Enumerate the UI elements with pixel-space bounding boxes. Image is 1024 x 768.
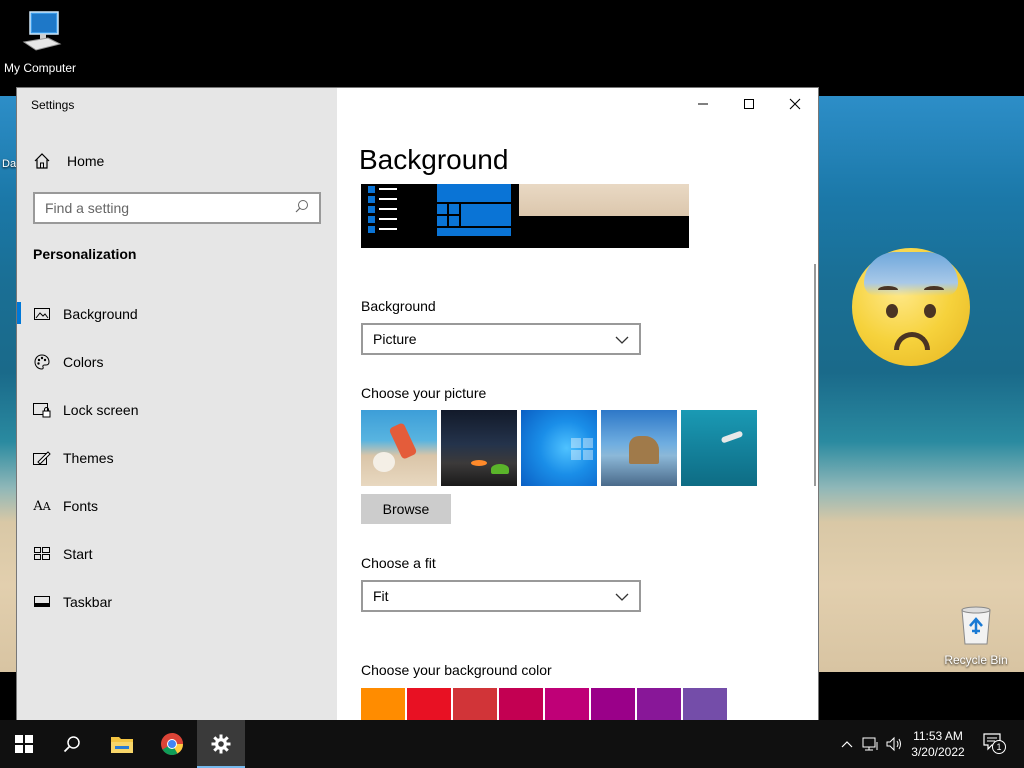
content-scrollbar[interactable]	[814, 264, 816, 486]
picture-thumbnail-rock-coast[interactable]	[601, 410, 677, 486]
start-button[interactable]	[0, 720, 48, 768]
fit-value: Fit	[373, 588, 389, 604]
sidebar-item-label: Lock screen	[63, 402, 139, 418]
sidebar-item-label: Start	[63, 546, 93, 562]
background-label: Background	[361, 298, 436, 314]
chevron-down-icon	[615, 331, 629, 347]
sidebar-item-start[interactable]: Start	[17, 530, 337, 578]
personalization-nav: Background Colors Lock screen Themes A A…	[17, 290, 337, 626]
search-input[interactable]: Find a setting	[45, 200, 295, 216]
picture-thumbnails	[361, 410, 761, 486]
taskbar-clock[interactable]: 11:53 AM 3/20/2022	[898, 728, 978, 760]
recycle-bin-icon	[940, 604, 1012, 649]
picture-icon	[33, 305, 51, 323]
maximize-icon	[744, 99, 754, 109]
color-swatch[interactable]	[545, 688, 589, 720]
fonts-icon: AA	[33, 498, 51, 514]
chevron-up-icon[interactable]	[836, 734, 858, 754]
sidebar-item-label: Taskbar	[63, 594, 113, 610]
start-icon	[33, 545, 51, 563]
color-swatch[interactable]	[407, 688, 451, 720]
sidebar-item-themes[interactable]: Themes	[17, 434, 337, 482]
search-button[interactable]	[48, 720, 96, 768]
sidebar-item-lock-screen[interactable]: Lock screen	[17, 386, 337, 434]
picture-thumbnail-underwater-swimmer[interactable]	[681, 410, 757, 486]
background-type-value: Picture	[373, 331, 417, 347]
close-button[interactable]	[772, 88, 818, 120]
background-type-dropdown[interactable]: Picture	[361, 323, 641, 355]
color-swatch[interactable]	[361, 688, 405, 720]
desktop-icon-label: My Computer	[3, 61, 77, 75]
fit-dropdown[interactable]: Fit	[361, 580, 641, 612]
background-settings-pane: Background Background Picture Choose you…	[337, 88, 818, 720]
home-nav-item[interactable]: Home	[33, 150, 104, 172]
themes-icon	[33, 449, 51, 467]
file-explorer-button[interactable]	[98, 720, 146, 768]
chrome-button[interactable]	[148, 720, 196, 768]
minimize-icon	[698, 103, 708, 105]
color-swatch[interactable]	[637, 688, 681, 720]
color-swatch[interactable]	[683, 688, 727, 720]
color-swatch[interactable]	[591, 688, 635, 720]
taskbar: 11:53 AM 3/20/2022 1	[0, 720, 1024, 768]
picture-thumbnail-dog-beach[interactable]	[361, 410, 437, 486]
notification-count-badge: 1	[992, 740, 1006, 754]
network-icon[interactable]	[860, 734, 882, 754]
color-swatches	[361, 688, 729, 720]
home-icon	[33, 152, 53, 170]
minimize-button[interactable]	[680, 88, 726, 120]
computer-icon	[0, 10, 80, 57]
sidebar-item-label: Fonts	[63, 498, 99, 514]
desktop-icon-recycle-bin[interactable]: Recycle Bin	[940, 604, 1012, 667]
close-icon	[789, 98, 801, 110]
clock-date: 3/20/2022	[911, 745, 965, 759]
color-swatch[interactable]	[499, 688, 543, 720]
sidebar-item-background[interactable]: Background	[17, 290, 337, 338]
desktop-preview	[361, 184, 689, 248]
maximize-button[interactable]	[726, 88, 772, 120]
sidebar-item-label: Background	[63, 306, 138, 322]
sidebar-item-colors[interactable]: Colors	[17, 338, 337, 386]
search-icon[interactable]	[295, 199, 309, 218]
gear-icon	[211, 734, 231, 754]
clock-time: 11:53 AM	[913, 729, 963, 743]
desktop-icon-label: Recycle Bin	[944, 653, 1008, 667]
picture-thumbnail-night-sky[interactable]	[441, 410, 517, 486]
lock-screen-icon	[33, 401, 51, 419]
color-swatch[interactable]	[453, 688, 497, 720]
chevron-down-icon	[615, 588, 629, 604]
taskbar-icon	[33, 593, 51, 611]
sidebar-item-label: Colors	[63, 354, 104, 370]
page-title: Background	[359, 144, 509, 175]
sidebar-item-taskbar[interactable]: Taskbar	[17, 578, 337, 626]
background-color-label: Choose your background color	[361, 662, 552, 678]
browse-button[interactable]: Browse	[361, 494, 451, 524]
picture-thumbnail-windows-logo[interactable]	[521, 410, 597, 486]
find-setting-search[interactable]: Find a setting	[33, 192, 321, 224]
settings-taskbar-button[interactable]	[197, 720, 245, 768]
folder-icon	[111, 737, 133, 753]
desktop-icon-label: Da	[2, 158, 17, 170]
anxious-face-emoji	[852, 248, 970, 366]
window-title: Settings	[31, 98, 75, 112]
settings-window: Settings Home Find a setting Personaliza…	[17, 88, 818, 720]
search-icon	[63, 736, 80, 753]
desktop-icon-my-computer[interactable]: My Computer	[0, 10, 80, 75]
choose-fit-label: Choose a fit	[361, 555, 436, 571]
personalization-heading: Personalization	[33, 246, 137, 262]
windows-logo-icon	[15, 735, 33, 753]
choose-picture-label: Choose your picture	[361, 385, 487, 401]
palette-icon	[33, 353, 51, 371]
home-label: Home	[67, 153, 105, 169]
sidebar-item-label: Themes	[63, 450, 114, 466]
chrome-icon	[161, 733, 183, 755]
notifications-button[interactable]: 1	[982, 732, 1006, 754]
sidebar-item-fonts[interactable]: AA Fonts	[17, 482, 337, 530]
settings-sidebar: Settings Home Find a setting Personaliza…	[17, 88, 337, 720]
